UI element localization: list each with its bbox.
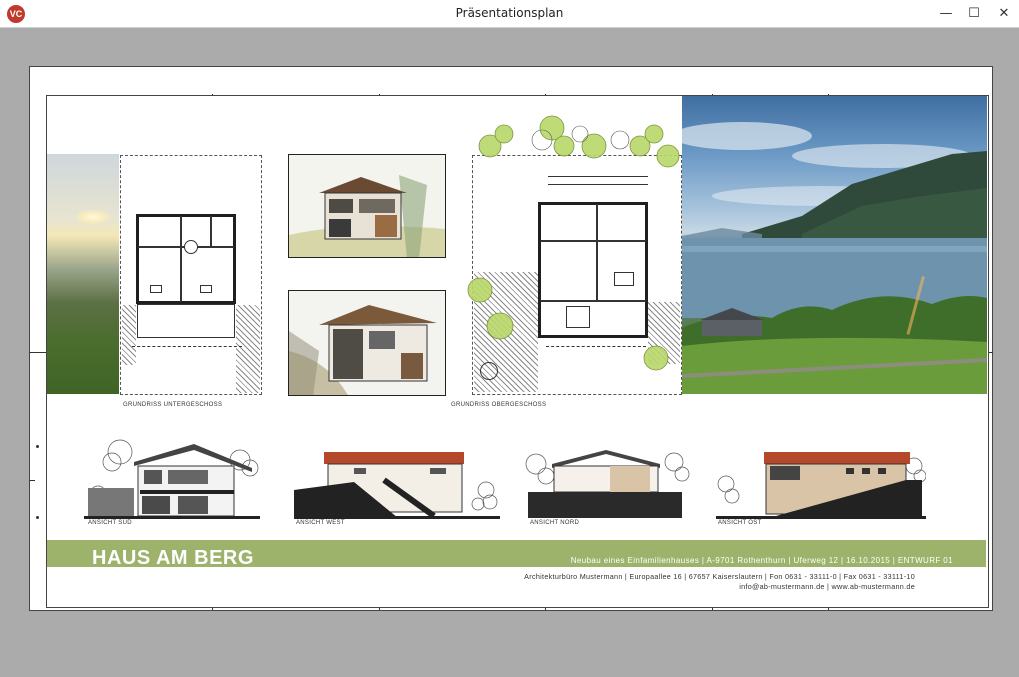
lake-photo-right (682, 96, 987, 394)
elevation-west (294, 452, 500, 519)
terrain-hatch (236, 305, 260, 393)
site-trees (467, 115, 680, 371)
interior-wall (210, 216, 212, 246)
render-view-1 (288, 154, 446, 258)
project-title: HAUS AM BERG (92, 547, 254, 569)
sheet-tick (29, 480, 35, 481)
desk (150, 285, 162, 293)
elevation-label-south: ANSICHT SÜD (88, 520, 132, 526)
elevation-south (84, 439, 260, 519)
office-contact: info@ab-mustermann.de | www.ab-musterman… (739, 582, 915, 591)
dimension-line (132, 346, 242, 347)
elevation-label-west: ANSICHT WEST (296, 520, 345, 526)
sun-glow (76, 210, 110, 224)
terrain-hatch (122, 305, 136, 365)
close-button[interactable]: ✕ (988, 0, 1019, 28)
spiral-stair (184, 240, 198, 254)
sheet-marker (36, 516, 39, 519)
interior-wall (180, 216, 182, 302)
render-view-2 (288, 290, 446, 396)
elevation-east (716, 452, 926, 519)
title-bar: VC Präsentationsplan — ☐ ✕ (0, 0, 1019, 28)
office-address: Architekturbüro Mustermann | Europaallee… (524, 572, 915, 581)
elevation-north (525, 450, 690, 518)
window-title: Präsentationsplan (455, 6, 564, 20)
elevation-label-east: ANSICHT OST (718, 520, 762, 526)
sheet-tick (29, 352, 47, 353)
elevation-label-north: ANSICHT NORD (530, 520, 580, 526)
desk (200, 285, 212, 293)
plan-label-upper: GRUNDRISS OBERGESCHOSS (451, 402, 547, 408)
maximize-button[interactable]: ☐ (958, 0, 990, 28)
landscape-photo-left (47, 154, 119, 394)
project-info: Neubau eines Einfamilienhauses | A-9701 … (570, 556, 953, 565)
plan-label-lower: GRUNDRISS UNTERGESCHOSS (123, 402, 223, 408)
sheet-marker (36, 445, 39, 448)
terrace (137, 304, 235, 338)
